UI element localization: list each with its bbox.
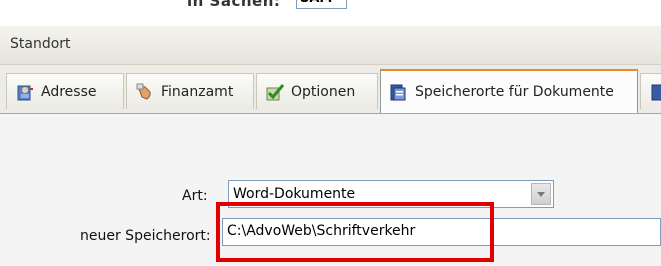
dialog-title: Standort [10,36,71,52]
background-field-value: SAM [296,0,347,9]
tab-adresse-label: Adresse [41,83,97,100]
address-book-icon [15,82,35,102]
tab-speicherorte[interactable]: Speicherorte für Dokumente [380,69,638,113]
document-icon [649,82,661,102]
tab-optionen-label: Optionen [291,83,356,100]
tab-finanzamt[interactable]: Finanzamt [126,73,254,109]
background-window-strip: in Sachen: SAM [0,0,661,26]
hand-icon [135,82,155,102]
document-storage-icon [389,82,409,102]
art-label: Art: [182,188,208,204]
checkmark-icon [265,82,285,102]
chevron-down-icon[interactable] [531,183,551,205]
tab-adresse[interactable]: Adresse [6,73,124,109]
tab-strip: Adresse Finanzamt Optionen Speicherorte … [0,65,661,114]
tab-next-partial[interactable] [640,73,661,109]
tab-speicherorte-label: Speicherorte für Dokumente [415,84,614,100]
dialog-titlebar: Standort [0,26,661,65]
art-combobox-value: Word-Dokumente [233,186,356,202]
tab-optionen[interactable]: Optionen [256,73,378,109]
tab-finanzamt-label: Finanzamt [161,83,234,100]
speicherort-label: neuer Speicherort: [80,228,211,244]
background-field-label: in Sachen: [187,0,281,10]
red-highlight-box [216,202,494,262]
